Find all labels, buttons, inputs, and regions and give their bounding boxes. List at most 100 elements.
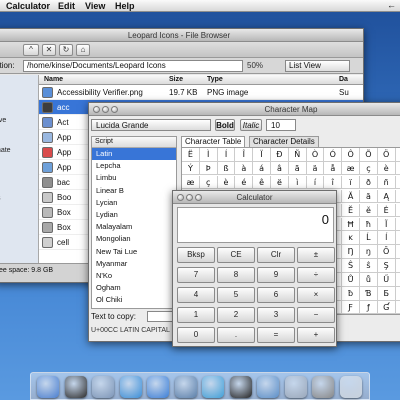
calc-key[interactable]: ±: [297, 247, 335, 263]
glyph-cell[interactable]: ì: [288, 175, 307, 190]
up-button[interactable]: ^: [23, 44, 39, 56]
glyph-cell[interactable]: ĩ: [395, 218, 400, 231]
file-row[interactable]: Accessibility Verifier.png 19.7 KB PNG ima…: [39, 85, 363, 100]
minimize-icon[interactable]: [102, 106, 109, 113]
script-item[interactable]: Ol Chiki: [92, 294, 176, 306]
calculator-icon[interactable]: [312, 376, 334, 398]
glyph-cell[interactable]: Ó: [324, 148, 343, 162]
glyph-cell[interactable]: Ý: [182, 161, 200, 176]
script-item[interactable]: Myanmar: [92, 258, 176, 270]
glyph-cell[interactable]: ą: [395, 190, 400, 204]
glyph-cell[interactable]: Ĕ: [342, 203, 360, 218]
glyph-cell[interactable]: è: [377, 161, 396, 176]
menu-edit[interactable]: Edit: [58, 1, 75, 11]
glyph-cell[interactable]: ş: [395, 259, 400, 273]
glyph-cell[interactable]: Î: [235, 148, 254, 162]
close-icon[interactable]: [93, 106, 100, 113]
dashboard-icon[interactable]: [64, 376, 87, 398]
script-item[interactable]: Linear B: [92, 185, 176, 197]
calc-key[interactable]: Bksp: [177, 247, 215, 263]
script-item[interactable]: N'Ko: [92, 270, 176, 282]
calc-key[interactable]: Clr: [257, 247, 295, 263]
italic-button[interactable]: Italic: [240, 119, 262, 131]
script-item[interactable]: Lepcha: [92, 160, 176, 172]
glyph-cell[interactable]: ă: [360, 189, 378, 204]
glyph-cell[interactable]: Ì: [199, 148, 218, 162]
stop-button[interactable]: ✕: [42, 44, 56, 56]
glyph-cell[interactable]: ō: [395, 245, 400, 259]
glyph-cell[interactable]: Ð: [271, 148, 289, 162]
glyph-cell[interactable]: Ŝ: [342, 259, 360, 273]
glyph-cell[interactable]: æ: [182, 175, 200, 190]
glyph-cell[interactable]: ï: [342, 175, 360, 190]
script-list[interactable]: Script Latin Lepcha Limbu Linear B Lycian Lyd…: [91, 136, 177, 309]
glyph-cell[interactable]: Ŋ: [342, 245, 360, 259]
glyph-cell[interactable]: å: [324, 161, 343, 176]
mail-icon[interactable]: [92, 376, 114, 398]
column-type[interactable]: Type: [207, 76, 223, 83]
glyph-cell[interactable]: à: [235, 161, 254, 176]
glyph-cell[interactable]: ĕ: [360, 203, 378, 218]
calc-key[interactable]: ×: [297, 287, 335, 303]
glyph-cell[interactable]: Õ: [360, 148, 378, 162]
glyph-cell[interactable]: ê: [253, 175, 271, 190]
tab-character-table[interactable]: Character Table: [181, 136, 246, 147]
glyph-cell[interactable]: ħ: [360, 217, 378, 231]
script-item[interactable]: New Tai Lue: [92, 246, 176, 258]
file-browser-titlebar[interactable]: Leopard Icons - File Browser: [0, 29, 363, 42]
glyph-cell[interactable]: Ş: [377, 259, 396, 273]
glyph-cell[interactable]: Ů: [342, 273, 360, 287]
glyph-cell[interactable]: ã: [288, 161, 307, 176]
column-date[interactable]: Da: [339, 76, 348, 83]
glyph-cell[interactable]: î: [324, 175, 343, 190]
glyph-cell[interactable]: Ă: [342, 189, 360, 204]
calc-key[interactable]: ÷: [297, 267, 335, 283]
script-item[interactable]: Latin: [92, 148, 176, 161]
tab-character-details[interactable]: Character Details: [249, 136, 319, 147]
calc-key[interactable]: −: [297, 307, 335, 323]
glyph-cell[interactable]: ŋ: [360, 245, 378, 259]
script-item[interactable]: Ogham: [92, 282, 176, 294]
glyph-cell[interactable]: Ű: [377, 273, 396, 287]
itunes-icon[interactable]: [202, 376, 224, 398]
system-prefs-icon[interactable]: [257, 376, 279, 398]
glyph-cell[interactable]: ç: [360, 161, 378, 176]
font-size-spinner[interactable]: 10: [266, 119, 296, 131]
view-mode-select[interactable]: List View: [285, 60, 350, 72]
glyph-cell[interactable]: ů: [360, 273, 378, 287]
glyph-cell[interactable]: ç: [199, 175, 218, 190]
safari-icon[interactable]: [119, 376, 142, 398]
calc-key[interactable]: .: [217, 327, 255, 343]
glyph-cell[interactable]: è: [217, 175, 236, 190]
glyph-cell[interactable]: Ļ: [395, 231, 400, 245]
script-item[interactable]: Lycian: [92, 197, 176, 209]
zoom-icon[interactable]: [111, 106, 118, 113]
calc-key[interactable]: 9: [257, 267, 295, 283]
calc-key[interactable]: 5: [217, 287, 255, 303]
glyph-cell[interactable]: ò: [395, 176, 400, 190]
photo-booth-icon[interactable]: [229, 376, 252, 398]
refresh-button[interactable]: ↻: [59, 44, 73, 56]
calculator-titlebar[interactable]: Calculator: [173, 191, 336, 204]
glyph-cell[interactable]: ĸ: [342, 231, 360, 245]
glyph-cell[interactable]: Þ: [199, 161, 218, 176]
glyph-cell[interactable]: é: [395, 162, 400, 176]
glyph-cell[interactable]: Ĺ: [360, 231, 378, 245]
glyph-cell[interactable]: â: [271, 161, 289, 176]
glyph-cell[interactable]: ƃ: [395, 287, 400, 301]
glyph-cell[interactable]: Ƃ: [377, 287, 396, 301]
back-arrow-icon[interactable]: ←: [387, 0, 396, 10]
glyph-cell[interactable]: ƀ: [342, 287, 360, 301]
column-size[interactable]: Size: [169, 76, 183, 83]
glyph-cell[interactable]: Ï: [253, 148, 271, 162]
glyph-cell[interactable]: Ė: [377, 203, 396, 218]
glyph-cell[interactable]: ŝ: [360, 259, 378, 273]
menu-calculator[interactable]: Calculator: [6, 1, 50, 11]
calc-key[interactable]: 8: [217, 267, 255, 283]
script-item[interactable]: Limbu: [92, 172, 176, 184]
glyph-cell[interactable]: é: [235, 175, 254, 190]
calc-key[interactable]: 6: [257, 287, 295, 303]
glyph-cell[interactable]: ×: [395, 148, 400, 162]
zoom-level[interactable]: 50%: [247, 61, 263, 70]
glyph-cell[interactable]: æ: [342, 161, 360, 176]
